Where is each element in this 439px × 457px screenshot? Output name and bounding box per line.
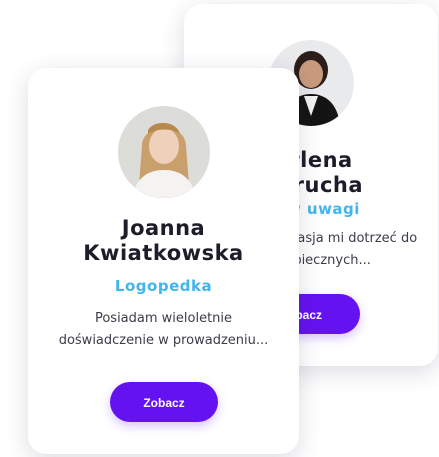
view-button[interactable]: Zobacz [110, 382, 218, 422]
avatar-photo-icon [118, 106, 210, 198]
specialist-role: Logopedka [114, 277, 213, 295]
specialist-description: Posiadam wieloletnie doświadczenie w pro… [58, 311, 269, 348]
specialist-card-front[interactable]: Joanna Kwiatkowska Logopedka Posiadam wi… [28, 68, 299, 454]
avatar [118, 106, 210, 198]
specialist-name: Joanna Kwiatkowska [83, 216, 244, 265]
